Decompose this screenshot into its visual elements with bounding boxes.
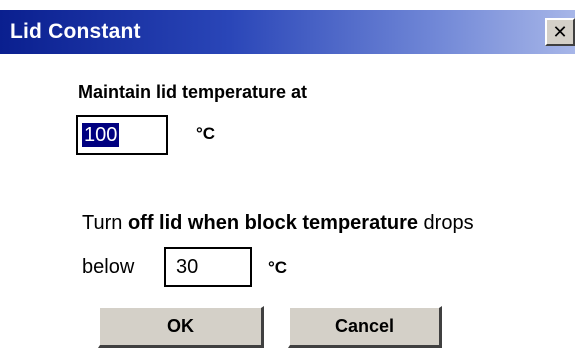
close-icon: ✕	[552, 21, 568, 43]
ok-button[interactable]: OK	[98, 306, 264, 348]
turn-off-label-part2: drops	[417, 212, 474, 234]
cancel-button[interactable]: Cancel	[288, 306, 442, 348]
block-temperature-threshold-input[interactable]: 30	[164, 247, 252, 287]
below-label: below	[82, 256, 135, 278]
turn-off-label-part1: Turn	[82, 212, 128, 234]
window-title: Lid Constant	[10, 20, 141, 43]
lid-temperature-input[interactable]: 100	[76, 115, 168, 155]
lid-temperature-value: 100	[82, 123, 120, 147]
turn-off-label-bold: off lid when block temperature	[127, 212, 418, 234]
title-bar[interactable]: Lid Constant ✕	[0, 10, 575, 54]
lid-constant-dialog: Lid Constant ✕ Maintain lid temperature …	[0, 0, 575, 352]
close-button[interactable]: ✕	[545, 18, 575, 46]
turn-off-lid-label: Turn off lid when block temperature drop…	[82, 212, 474, 235]
block-temperature-unit: °C	[268, 258, 288, 277]
maintain-temperature-label: Maintain lid temperature at	[78, 82, 308, 102]
lid-temperature-unit: °C	[196, 124, 216, 143]
